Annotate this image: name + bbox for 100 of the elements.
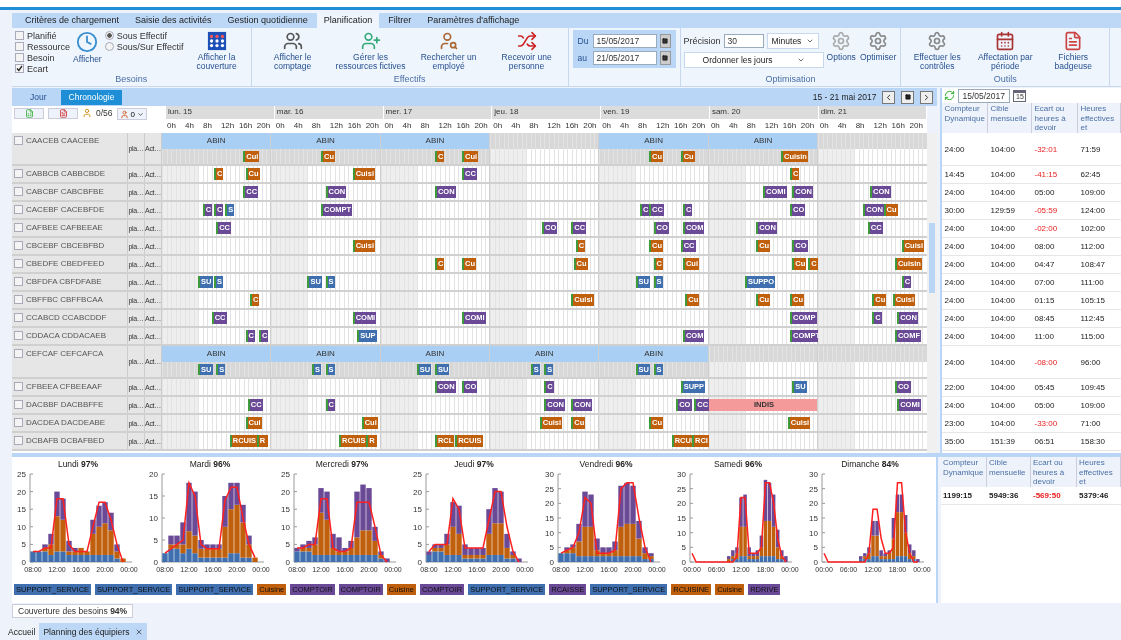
view-tab[interactable]: Chronologie [60, 89, 123, 105]
date-field[interactable]: 15/05/2017 [958, 88, 1011, 103]
axis-label: 25 [545, 484, 554, 494]
hour-label: 4h [292, 120, 304, 132]
table-cell-text: 158:30 [1079, 437, 1106, 446]
hour-label: 12h [219, 120, 236, 132]
checkbox[interactable] [15, 53, 24, 62]
row-checkbox[interactable] [14, 205, 23, 214]
date-field[interactable]: 21/05/2017 [592, 51, 657, 65]
checkbox[interactable] [15, 31, 24, 40]
ribbon-button[interactable]: Effectuer les contrôles [904, 30, 971, 73]
row-checkbox[interactable] [14, 241, 23, 250]
ribbon-tab[interactable]: Gestion quotidienne [220, 13, 315, 28]
ribbon-tab[interactable]: Saisie des activités [128, 13, 219, 28]
scrollbar[interactable] [927, 133, 938, 453]
calendar-trigger[interactable] [659, 34, 671, 48]
checkbox[interactable] [15, 64, 24, 73]
show-button[interactable]: Afficher [72, 30, 103, 66]
row-checkbox[interactable] [14, 349, 23, 358]
document-button[interactable] [48, 108, 78, 119]
row-checkbox[interactable] [14, 418, 23, 427]
table-cell-text: 24:00 [943, 314, 966, 323]
row-checkbox[interactable] [14, 277, 23, 286]
row-checkbox[interactable] [14, 187, 23, 196]
table-cell-text: 104:00 [989, 332, 1016, 341]
next-button[interactable] [920, 90, 934, 104]
axis-label: 0 [813, 558, 818, 567]
caret-icon [805, 37, 814, 45]
hour-label: 8h [201, 120, 213, 132]
row-checkbox[interactable] [14, 382, 23, 391]
table-cell-text: 07:00 [1033, 278, 1056, 287]
ribbon-button[interactable]: Recevoir une personne [488, 30, 565, 73]
table-cell-text: -569:50 [1032, 491, 1062, 500]
day-header: dim. 21 [818, 106, 927, 119]
refresh-icon[interactable] [944, 90, 956, 101]
ribbon-button[interactable]: Gérer les ressources fictives [332, 30, 409, 73]
ribbon-tab[interactable]: Filtrer [381, 13, 419, 28]
page-tab[interactable]: Planning des équipiers [39, 623, 148, 640]
checkbox-label: Ecart [27, 63, 48, 74]
table-cell-text: 24:00 [943, 401, 966, 410]
ribbon-button[interactable]: Fichiers badgeuse [1040, 30, 1107, 73]
employee-name: CBEDFE CBEDFEED [26, 259, 105, 268]
row-checkbox[interactable] [14, 436, 23, 445]
absence-band: ABIN [162, 346, 272, 362]
axis-label: 10 [677, 528, 686, 538]
ribbon-tab[interactable]: Critères de chargement [18, 13, 127, 28]
table-cell-text: 104:00 [989, 383, 1016, 392]
calendar-trigger[interactable] [659, 51, 671, 65]
axis-label: 15 [677, 514, 686, 523]
table-cell-text: 71:00 [1079, 419, 1102, 428]
precision-label: Précision [683, 36, 721, 46]
page-tab[interactable]: Accueil [4, 623, 40, 640]
row-checkbox[interactable] [14, 223, 23, 232]
ribbon-button[interactable]: Options [825, 30, 857, 64]
radio-button[interactable] [104, 42, 114, 51]
filter-button[interactable]: 0 [116, 108, 147, 120]
axis-label: 5 [153, 536, 158, 545]
view-tab[interactable]: Jour [22, 89, 55, 105]
ribbon-button[interactable]: Afficher le comptage [254, 30, 331, 73]
table-cell-text: -08:00 [1033, 357, 1059, 367]
day-header: sam. 20 [709, 106, 818, 119]
row-checkbox[interactable] [14, 169, 23, 178]
close-icon[interactable] [135, 627, 144, 636]
unit-select[interactable]: Minutes [766, 33, 819, 49]
coverage-button[interactable]: Afficher la couverture [185, 30, 248, 73]
checkbox[interactable] [15, 42, 24, 51]
ribbon-tab[interactable]: Planification [316, 13, 380, 28]
order-select[interactable]: Ordonner les jours [683, 52, 824, 68]
spreadsheet-button[interactable] [14, 108, 44, 119]
row-checkbox[interactable] [14, 295, 23, 304]
settings-icon [927, 31, 948, 51]
ribbon-button[interactable]: Optimiser [858, 30, 898, 64]
date-field[interactable]: 15/05/2017 [592, 34, 657, 48]
hour-label: 20h [690, 120, 707, 132]
row-checkbox[interactable] [14, 313, 23, 322]
row-checkbox[interactable] [14, 331, 23, 340]
absence-band: ABIN [380, 133, 491, 149]
axis-label: 20 [17, 487, 26, 497]
axis-label: 5 [549, 543, 554, 553]
ribbon-tab[interactable]: Paramètres d'affichage [420, 13, 527, 28]
ribbon-button[interactable]: Affectation par période [972, 30, 1039, 73]
table-cell-text: 115:00 [1079, 332, 1106, 341]
employee-name: DACDEA DACDEABE [26, 418, 106, 427]
table-cell-text: 24:00 [943, 278, 966, 287]
precision-spinner[interactable]: 30 [723, 34, 764, 48]
table-cell-text: 05:45 [1033, 383, 1056, 392]
axis-label: 15 [149, 492, 158, 501]
row-checkbox[interactable] [14, 259, 23, 268]
previous-button[interactable] [882, 90, 896, 104]
stop-button[interactable] [901, 90, 915, 104]
hour-label: 8h [419, 120, 431, 132]
chart-title: Lundi 97% [57, 459, 99, 470]
user-search-icon [438, 31, 459, 51]
radio-button[interactable] [104, 31, 114, 40]
axis-label: 0 [153, 558, 158, 567]
settings-icon [868, 31, 889, 51]
row-checkbox[interactable] [14, 400, 23, 409]
ribbon-button[interactable]: Rechercher un employé [410, 30, 487, 73]
row-checkbox[interactable] [14, 136, 23, 145]
table-cell-text: 104:00 [989, 242, 1016, 251]
